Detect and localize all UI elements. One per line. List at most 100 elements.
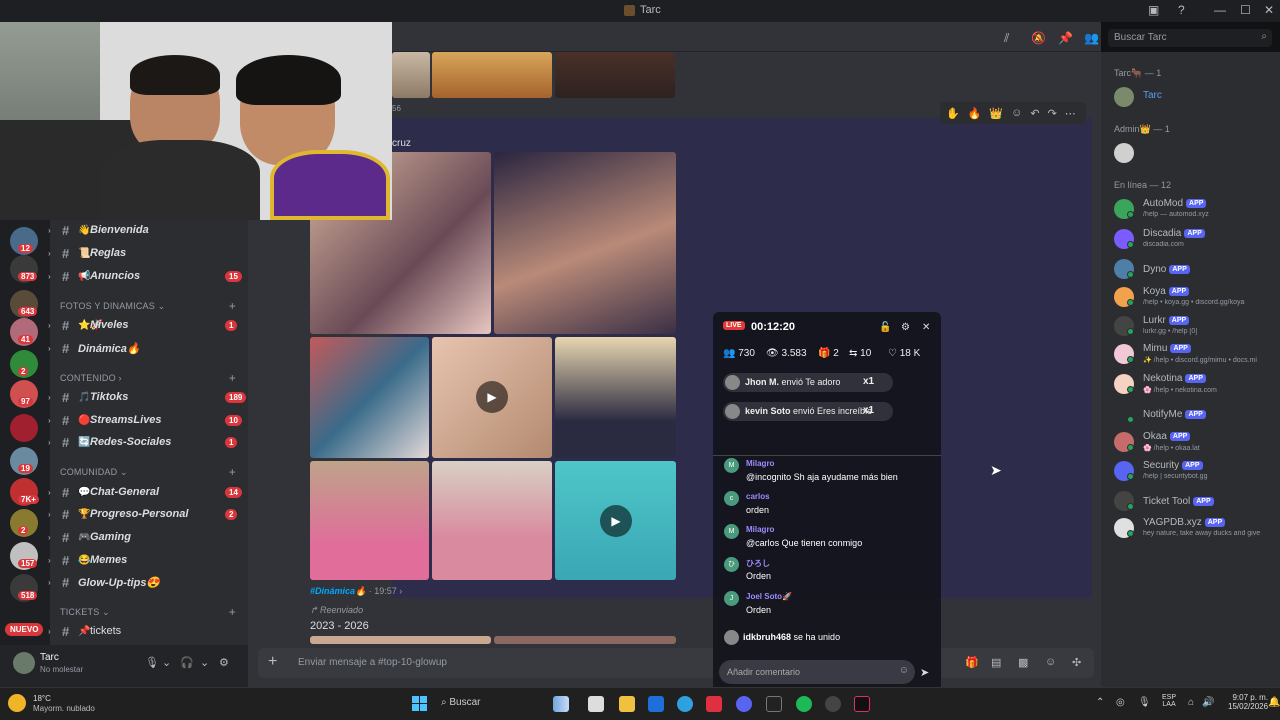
forward-icon[interactable]: ↷ — [1048, 107, 1057, 120]
add-reaction-icon[interactable]: ☺ — [1011, 107, 1022, 119]
member-bot[interactable]: Dyno APP — [1114, 257, 1274, 283]
reply-icon[interactable]: ↶ — [1030, 107, 1039, 120]
forward-source[interactable]: #Dinámica🔥 · 19:57 › — [310, 586, 402, 597]
add-channel-icon[interactable]: + — [229, 371, 236, 385]
lock-icon[interactable]: 🔓 — [879, 322, 891, 333]
comment-author[interactable]: carlos — [746, 492, 770, 501]
channel-item[interactable]: › # ⭐🚀 Niveles 1 — [48, 315, 248, 335]
gallery-image[interactable] — [310, 461, 429, 580]
add-channel-icon[interactable]: + — [229, 605, 236, 619]
gif-icon[interactable]: ▤ — [991, 656, 1001, 669]
member-bot[interactable]: Okaa APP 🌸 /help • okaa.lat — [1114, 430, 1274, 456]
comment-author[interactable]: ひろし — [746, 558, 770, 569]
threads-icon[interactable]: ⫽ — [1004, 31, 1009, 46]
comment-input[interactable]: Añadir comentario ☺ — [719, 660, 915, 684]
channel-category[interactable]: CONTENIDO › + — [60, 371, 240, 385]
notification-bell-icon[interactable]: 🔔 — [1268, 697, 1280, 708]
channel-item[interactable]: › # 📜 Reglas — [48, 243, 248, 263]
new-badge[interactable]: NUEVO — [5, 623, 44, 636]
channel-item[interactable]: › # Dinámica🔥 — [48, 338, 248, 358]
mute-bell-icon[interactable]: 🔕 — [1031, 31, 1046, 45]
weather-temp[interactable]: 18°C — [33, 694, 51, 703]
inbox-icon[interactable]: ▣ — [1148, 3, 1159, 17]
maximize-button[interactable]: ☐ — [1240, 3, 1251, 17]
channel-item[interactable]: › # 🔴 StreamsLives 10 — [48, 410, 248, 430]
gallery-image[interactable] — [494, 152, 676, 334]
obs-icon[interactable] — [825, 696, 841, 712]
user-name[interactable]: Tarc — [40, 652, 59, 663]
gallery-image[interactable] — [555, 337, 676, 458]
close-icon[interactable]: ✕ — [922, 322, 930, 333]
taskbar-app-icon[interactable] — [588, 696, 604, 712]
clock[interactable]: 9:07 p. m. 15/02/2026 — [1228, 693, 1268, 711]
channel-item[interactable]: › # 📌 tickets — [48, 621, 248, 641]
member-bot[interactable]: Koya APP/help • koya.gg • discord.gg/koya — [1114, 285, 1274, 311]
channel-category[interactable]: FOTOS Y DINAMICAS ⌄ + — [60, 299, 240, 313]
member-bot[interactable]: Nekotina APP 🌸 /help • nekotina.com — [1114, 372, 1274, 398]
channel-item[interactable]: › # 💬 Chat-General 14 — [48, 482, 248, 502]
gallery-image[interactable] — [310, 337, 429, 458]
more-icon[interactable]: ⋯ — [1065, 107, 1076, 120]
reaction-fire-icon[interactable]: 🔥 — [968, 107, 982, 120]
comment-author[interactable]: Milagro — [746, 459, 774, 468]
partial-image[interactable] — [432, 52, 552, 98]
epic-games-icon[interactable] — [766, 696, 782, 712]
partial-image[interactable] — [392, 52, 430, 98]
pin-icon[interactable]: 📌 — [1058, 31, 1073, 45]
channel-item[interactable]: › # Glow-Up-tips😍 — [48, 572, 248, 592]
play-icon[interactable]: ▶ — [600, 505, 632, 537]
copilot-icon[interactable]: ◎ — [1116, 697, 1125, 708]
taskbar-app-icon[interactable] — [706, 696, 722, 712]
reaction-hand-icon[interactable]: ✋ — [946, 107, 960, 120]
emoji-icon[interactable]: ☺ — [899, 665, 909, 676]
microphone-icon[interactable]: 🎙 — [145, 656, 159, 669]
gallery-image[interactable] — [432, 461, 552, 580]
tiktok-icon[interactable] — [854, 696, 870, 712]
settings-gear-icon[interactable]: ⚙ — [219, 656, 229, 669]
gift-icon[interactable]: 🎁 — [965, 656, 979, 669]
close-button[interactable]: ✕ — [1264, 3, 1274, 17]
channel-item[interactable]: › # 🏆 Progreso-Personal 2 — [48, 504, 248, 524]
member-bot[interactable]: AutoMod APP/help — automod.xyz — [1114, 197, 1274, 223]
volume-icon[interactable]: 🔊 — [1202, 697, 1214, 708]
channel-item[interactable]: › # 😂 Memes — [48, 550, 248, 570]
edge-icon[interactable] — [677, 696, 693, 712]
channel-item[interactable]: › # 🔄 Redes-Sociales 1 — [48, 432, 248, 452]
partial-image[interactable] — [310, 636, 491, 644]
help-icon[interactable]: ? — [1178, 3, 1185, 17]
member-tarc[interactable]: Tarc — [1114, 85, 1274, 111]
member-bot[interactable]: Lurkr APP lurkr.gg • /help [0] — [1114, 314, 1274, 340]
minimize-button[interactable]: — — [1214, 3, 1226, 17]
reaction-crown-icon[interactable]: 👑 — [989, 107, 1003, 120]
channel-item[interactable]: › # 👋 Bienvenida — [48, 220, 248, 240]
discord-icon[interactable] — [736, 696, 752, 712]
spotify-icon[interactable] — [796, 696, 812, 712]
comment-author[interactable]: Milagro — [746, 525, 774, 534]
channel-item[interactable]: › # 🎵 Tiktoks 189 — [48, 387, 248, 407]
member-bot[interactable]: YAGPDB.xyz APP hey nature, take away ducks… — [1114, 516, 1274, 542]
search-input[interactable]: Buscar Tarc ⌕ — [1108, 29, 1272, 47]
comment-author[interactable]: Joel Soto🚀 — [746, 592, 792, 601]
taskbar-search[interactable]: ⌕ Buscar — [441, 697, 481, 708]
message-author[interactable]: cruz — [392, 138, 411, 149]
chevron-down-icon[interactable]: ⌄ — [200, 656, 209, 669]
member-bot[interactable]: Discadia APP discadia.com — [1114, 227, 1274, 253]
member-bot[interactable]: Security APP/help | securitybot.gg — [1114, 459, 1274, 485]
server-icon[interactable] — [10, 414, 38, 442]
weather-icon[interactable] — [8, 694, 26, 712]
members-icon[interactable]: 👥 — [1084, 31, 1099, 45]
channel-item[interactable]: › # 📢 Anuncios 15 — [48, 266, 248, 286]
file-explorer-icon[interactable] — [619, 696, 635, 712]
partial-image[interactable] — [494, 636, 676, 644]
member-bot[interactable]: NotifyMe APP — [1114, 402, 1274, 428]
start-button[interactable] — [412, 696, 427, 711]
play-icon[interactable]: ▶ — [476, 381, 508, 413]
send-icon[interactable]: ➤ — [920, 666, 929, 679]
channel-category[interactable]: COMUNIDAD ⌄ + — [60, 465, 240, 479]
chevron-up-icon[interactable]: ⌃ — [1096, 697, 1104, 708]
outlook-icon[interactable] — [648, 696, 664, 712]
channel-category[interactable]: TICKETS ⌄ + — [60, 605, 240, 619]
language-indicator[interactable]: ESP LAA — [1162, 694, 1176, 708]
emoji-icon[interactable]: ☺ — [1045, 656, 1056, 668]
avatar[interactable] — [13, 652, 35, 674]
